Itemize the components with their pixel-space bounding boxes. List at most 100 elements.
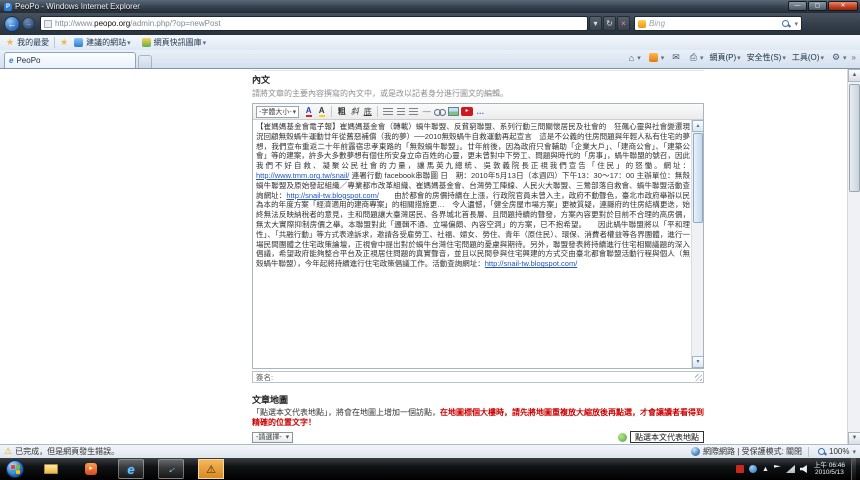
- windows-logo-icon: [11, 470, 15, 474]
- url-prefix: http://www.: [55, 19, 94, 28]
- editor-content[interactable]: 【崔媽媽基金會電子報】崔媽媽基金會（轉載）蝸牛聯盟、反貧窮聯盟、系列行動三問關懷…: [256, 122, 690, 366]
- add-favorite-icon[interactable]: ★: [60, 37, 68, 48]
- slice-gallery-item[interactable]: 網頁快訊圖庫 ▾: [139, 37, 207, 48]
- window-titlebar[interactable]: P PeoPo - Windows Internet Explorer — ▢ …: [0, 0, 860, 13]
- forward-button[interactable]: →: [22, 17, 35, 30]
- minimize-button[interactable]: —: [788, 1, 807, 11]
- editor-toolbar: -字體大小- ▾ A A 粗 斜 底 — ▸: [253, 104, 703, 120]
- taskbar-ie-button[interactable]: e: [118, 459, 144, 479]
- close-button[interactable]: ✕: [828, 1, 858, 11]
- align-left-button[interactable]: [382, 106, 393, 118]
- taskbar-clock[interactable]: 上午 06:46 2010/5/13: [814, 462, 845, 477]
- start-button[interactable]: [6, 460, 24, 478]
- read-mail-button[interactable]: ✉: [670, 52, 682, 63]
- italic-button[interactable]: 斜: [349, 106, 360, 118]
- page-scrollbar[interactable]: ▲ ▼: [847, 69, 860, 445]
- clock-time: 上午 06:46: [814, 462, 845, 470]
- pick-location-button[interactable]: 點選本文代表地點: [630, 431, 704, 443]
- new-tab-button[interactable]: [138, 55, 152, 68]
- rich-text-editor: -字體大小- ▾ A A 粗 斜 底 — ▸: [252, 103, 704, 369]
- suggested-sites-item[interactable]: 建議的網站 ▾: [71, 37, 131, 48]
- zoom-dropdown-icon[interactable]: ▾: [852, 448, 856, 456]
- font-color-button[interactable]: A: [303, 106, 314, 118]
- tray-app-red-icon[interactable]: [736, 465, 744, 473]
- chevron-down-icon: ▾: [737, 54, 741, 62]
- menu-tools[interactable]: 工具(O) ▾: [792, 52, 824, 63]
- tray-app-blue-icon[interactable]: [749, 465, 757, 473]
- printer-icon: ⎙: [690, 52, 697, 63]
- address-bar[interactable]: http://www.peopo.org/admin.php/?op=newPo…: [40, 16, 588, 31]
- favorites-star-icon[interactable]: ★: [6, 37, 14, 48]
- network-icon[interactable]: [786, 465, 795, 473]
- zoom-level[interactable]: 100%: [829, 447, 849, 456]
- menu-page[interactable]: 網頁(P) ▾: [710, 52, 741, 63]
- search-dropdown-icon[interactable]: ▾: [794, 20, 798, 28]
- region-select-label: -請選擇-: [256, 432, 282, 442]
- favorites-label[interactable]: 我的最愛: [17, 37, 49, 48]
- horizontal-rule-button[interactable]: —: [421, 106, 432, 118]
- bold-button[interactable]: 粗: [336, 106, 347, 118]
- volume-icon[interactable]: [800, 465, 807, 473]
- zoom-icon[interactable]: [817, 447, 827, 457]
- help-button[interactable]: ⚙ ▾: [830, 52, 847, 63]
- menu-safety[interactable]: 安全性(S) ▾: [747, 52, 786, 63]
- divider: [331, 106, 332, 117]
- internet-zone-icon: [691, 447, 700, 456]
- editor-text-segment: 【崔媽媽基金會電子報】崔媽媽基金會（轉載）蝸牛聯盟、反貧窮聯盟、系列行動三問關懷…: [256, 122, 690, 170]
- search-input[interactable]: Bing ▾: [634, 16, 802, 31]
- chevron-down-icon: ▾: [637, 54, 641, 62]
- back-button[interactable]: ←: [4, 16, 20, 32]
- stop-button[interactable]: ×: [617, 16, 630, 31]
- more-tools-button[interactable]: …: [475, 106, 486, 118]
- scroll-down-icon[interactable]: ▼: [692, 356, 704, 368]
- taskbar-explorer-button[interactable]: [38, 459, 64, 479]
- tab-peopo[interactable]: e PeoPo: [4, 52, 136, 68]
- insert-link-button[interactable]: [434, 106, 446, 118]
- overflow-chevron-icon[interactable]: »: [852, 53, 856, 62]
- maximize-button[interactable]: ▢: [808, 1, 827, 11]
- scrollbar-thumb[interactable]: [693, 133, 703, 223]
- editor-body[interactable]: 【崔媽媽基金會電子報】崔媽媽基金會（轉載）蝸牛聯盟、反貧窮聯盟、系列行動三問關懷…: [253, 120, 703, 368]
- editor-scrollbar[interactable]: ▲ ▼: [691, 120, 703, 368]
- tab-label: PeoPo: [16, 56, 40, 65]
- align-right-button[interactable]: [408, 106, 419, 118]
- show-hidden-icons[interactable]: ▲: [762, 466, 769, 473]
- scroll-up-icon[interactable]: ▲: [692, 120, 704, 132]
- taskbar-app-button[interactable]: ←: [158, 459, 184, 479]
- scroll-up-icon[interactable]: ▲: [848, 69, 860, 82]
- window-favicon-icon: P: [4, 3, 12, 11]
- window-title: PeoPo - Windows Internet Explorer: [15, 2, 140, 11]
- print-button[interactable]: ⎙ ▾: [688, 52, 704, 63]
- action-center-flag-icon[interactable]: [774, 465, 781, 473]
- align-center-button[interactable]: [395, 106, 406, 118]
- editor-link[interactable]: http://snail-tw.blogspot.com/: [286, 191, 379, 200]
- home-button[interactable]: ⌂ ▾: [627, 53, 641, 63]
- highlight-color-button[interactable]: A: [316, 106, 327, 118]
- editor-status-bar: 簽名:: [252, 371, 704, 383]
- editor-status-text: 簽名:: [256, 373, 273, 382]
- editor-link[interactable]: http://www.tmm.org.tw/snail/: [256, 171, 349, 180]
- search-icon[interactable]: [781, 19, 791, 29]
- bing-logo-icon: [638, 20, 646, 28]
- insert-image-button[interactable]: [448, 106, 459, 118]
- taskbar-media-button[interactable]: ▸: [78, 459, 104, 479]
- scrollbar-thumb[interactable]: [849, 84, 860, 192]
- feeds-button[interactable]: ▾: [647, 53, 665, 62]
- chevron-down-icon: ▾: [700, 54, 704, 62]
- refresh-button[interactable]: ↻: [603, 16, 616, 31]
- menu-tools-label: 工具(O): [792, 52, 820, 63]
- show-desktop-button[interactable]: [851, 458, 856, 480]
- suggested-sites-label: 建議的網站: [86, 37, 126, 48]
- region-select[interactable]: -請選擇- ▾: [252, 432, 293, 443]
- taskbar-alert-button[interactable]: ⚠: [198, 459, 224, 479]
- resize-grip[interactable]: [695, 374, 702, 381]
- warning-icon[interactable]: ⚠: [4, 446, 12, 457]
- search-placeholder: Bing: [649, 19, 779, 28]
- desktop-screen: P PeoPo - Windows Internet Explorer — ▢ …: [0, 0, 860, 480]
- address-dropdown-button[interactable]: ▾: [589, 16, 602, 31]
- underline-button[interactable]: 底: [362, 106, 373, 118]
- status-bar: ⚠ 已完成，但是網頁發生錯誤。 網際網路 | 受保護模式: 關閉 100% ▾: [0, 444, 860, 458]
- editor-link[interactable]: http://snail-tw.blogspot.com/: [485, 259, 578, 268]
- insert-video-button[interactable]: ▸: [461, 106, 473, 118]
- font-size-select[interactable]: -字體大小- ▾: [256, 106, 299, 118]
